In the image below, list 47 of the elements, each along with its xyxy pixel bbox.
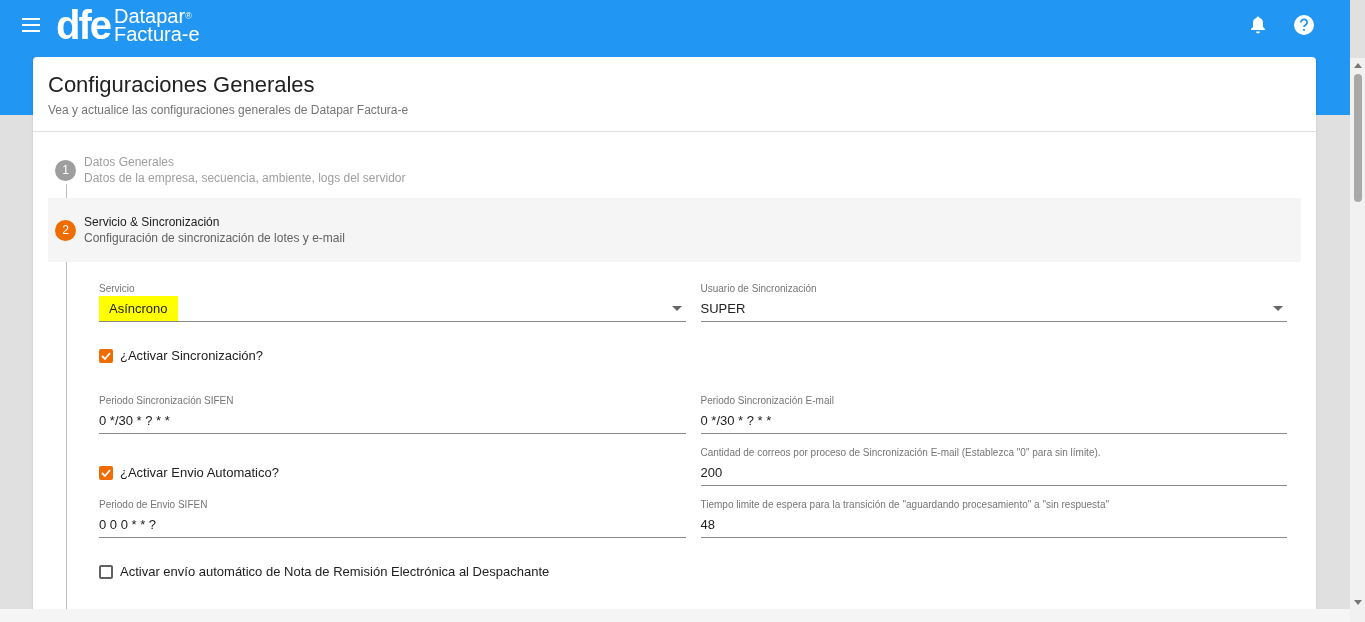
field-label: Servicio (99, 282, 136, 296)
scrollbar-thumb[interactable] (1353, 74, 1362, 202)
field-label: Cantidad de correos por proceso de Sincronización E-mail (Establezca "0" para sin límite). (700, 446, 1102, 460)
dropdown-caret-icon (1273, 306, 1283, 311)
scrollbar[interactable] (1350, 58, 1365, 622)
checkbox-label: Activar envío automático de Nota de Remisión Electrónica al Despachante (120, 563, 550, 582)
select-field[interactable]: SUPER (700, 296, 1287, 322)
field-value: 0 */30 * ? * * (99, 411, 170, 430)
scroll-up-arrow-icon[interactable] (1353, 63, 1362, 68)
step-title: Servicio & Sincronización (84, 214, 221, 230)
field-value: 0 0 0 * * ? (99, 515, 157, 534)
dropdown-caret-icon (671, 306, 682, 311)
step-number: 2 (55, 219, 76, 241)
input-field[interactable]: 200 (700, 460, 1287, 486)
checkbox[interactable] (99, 565, 113, 579)
step-subtitle: Datos de la empresa, secuencia, ambiente, logs del servidor (84, 170, 406, 186)
field-label: Periodo de Envio SIFEN (99, 498, 209, 512)
field-value: 0 */30 * ? * * (700, 411, 772, 430)
stepper-step[interactable]: 2 Servicio & Sincronización Configuración de sincronización de lotes y e-mail (48, 198, 1301, 262)
select-field[interactable]: Asíncrono (99, 296, 686, 322)
step-title: Datos Generales (84, 154, 176, 170)
checkbox-label: ¿Activar Sincronización? (120, 347, 264, 366)
field-label: Periodo Sincronización SIFEN (99, 394, 235, 408)
checkbox[interactable] (99, 466, 113, 480)
checkbox-label: ¿Activar Envio Automatico? (120, 464, 279, 483)
checkbox[interactable] (99, 349, 113, 363)
page-subtitle: Vea y actualice las configuraciones generales de Datapar Factura-e (48, 102, 410, 119)
help-icon[interactable] (1294, 15, 1314, 35)
field-value: 48 (700, 515, 715, 534)
input-field[interactable]: 0 */30 * ? * * (700, 408, 1287, 434)
field-label: Tiempo limite de espera para la transición de "aguardando procesamiento" a "sin respuesta" (700, 498, 1110, 512)
page-title: Configuraciones Generales (48, 71, 316, 99)
logo-mark: dfe (56, 5, 110, 45)
field-label: Usuario de Sincronización (700, 282, 818, 296)
logo-text: Datapar$^{®}$ (114, 7, 193, 25)
menu-icon[interactable] (22, 18, 40, 32)
bell-icon[interactable] (1250, 16, 1266, 34)
input-field[interactable]: 0 0 0 * * ? (99, 512, 686, 538)
input-field[interactable]: 0 */30 * ? * * (99, 408, 686, 434)
field-label: Periodo Sincronización E-mail (700, 394, 835, 408)
field-value: SUPER (700, 299, 746, 318)
step-subtitle: Configuración de sincronización de lotes y e-mail (84, 230, 345, 246)
field-value: Asíncrono (99, 295, 178, 322)
field-value: 200 (700, 463, 723, 482)
input-field[interactable]: 48 (700, 512, 1287, 538)
step-number: 1 (55, 159, 76, 181)
scroll-down-arrow-icon[interactable] (1353, 600, 1362, 605)
